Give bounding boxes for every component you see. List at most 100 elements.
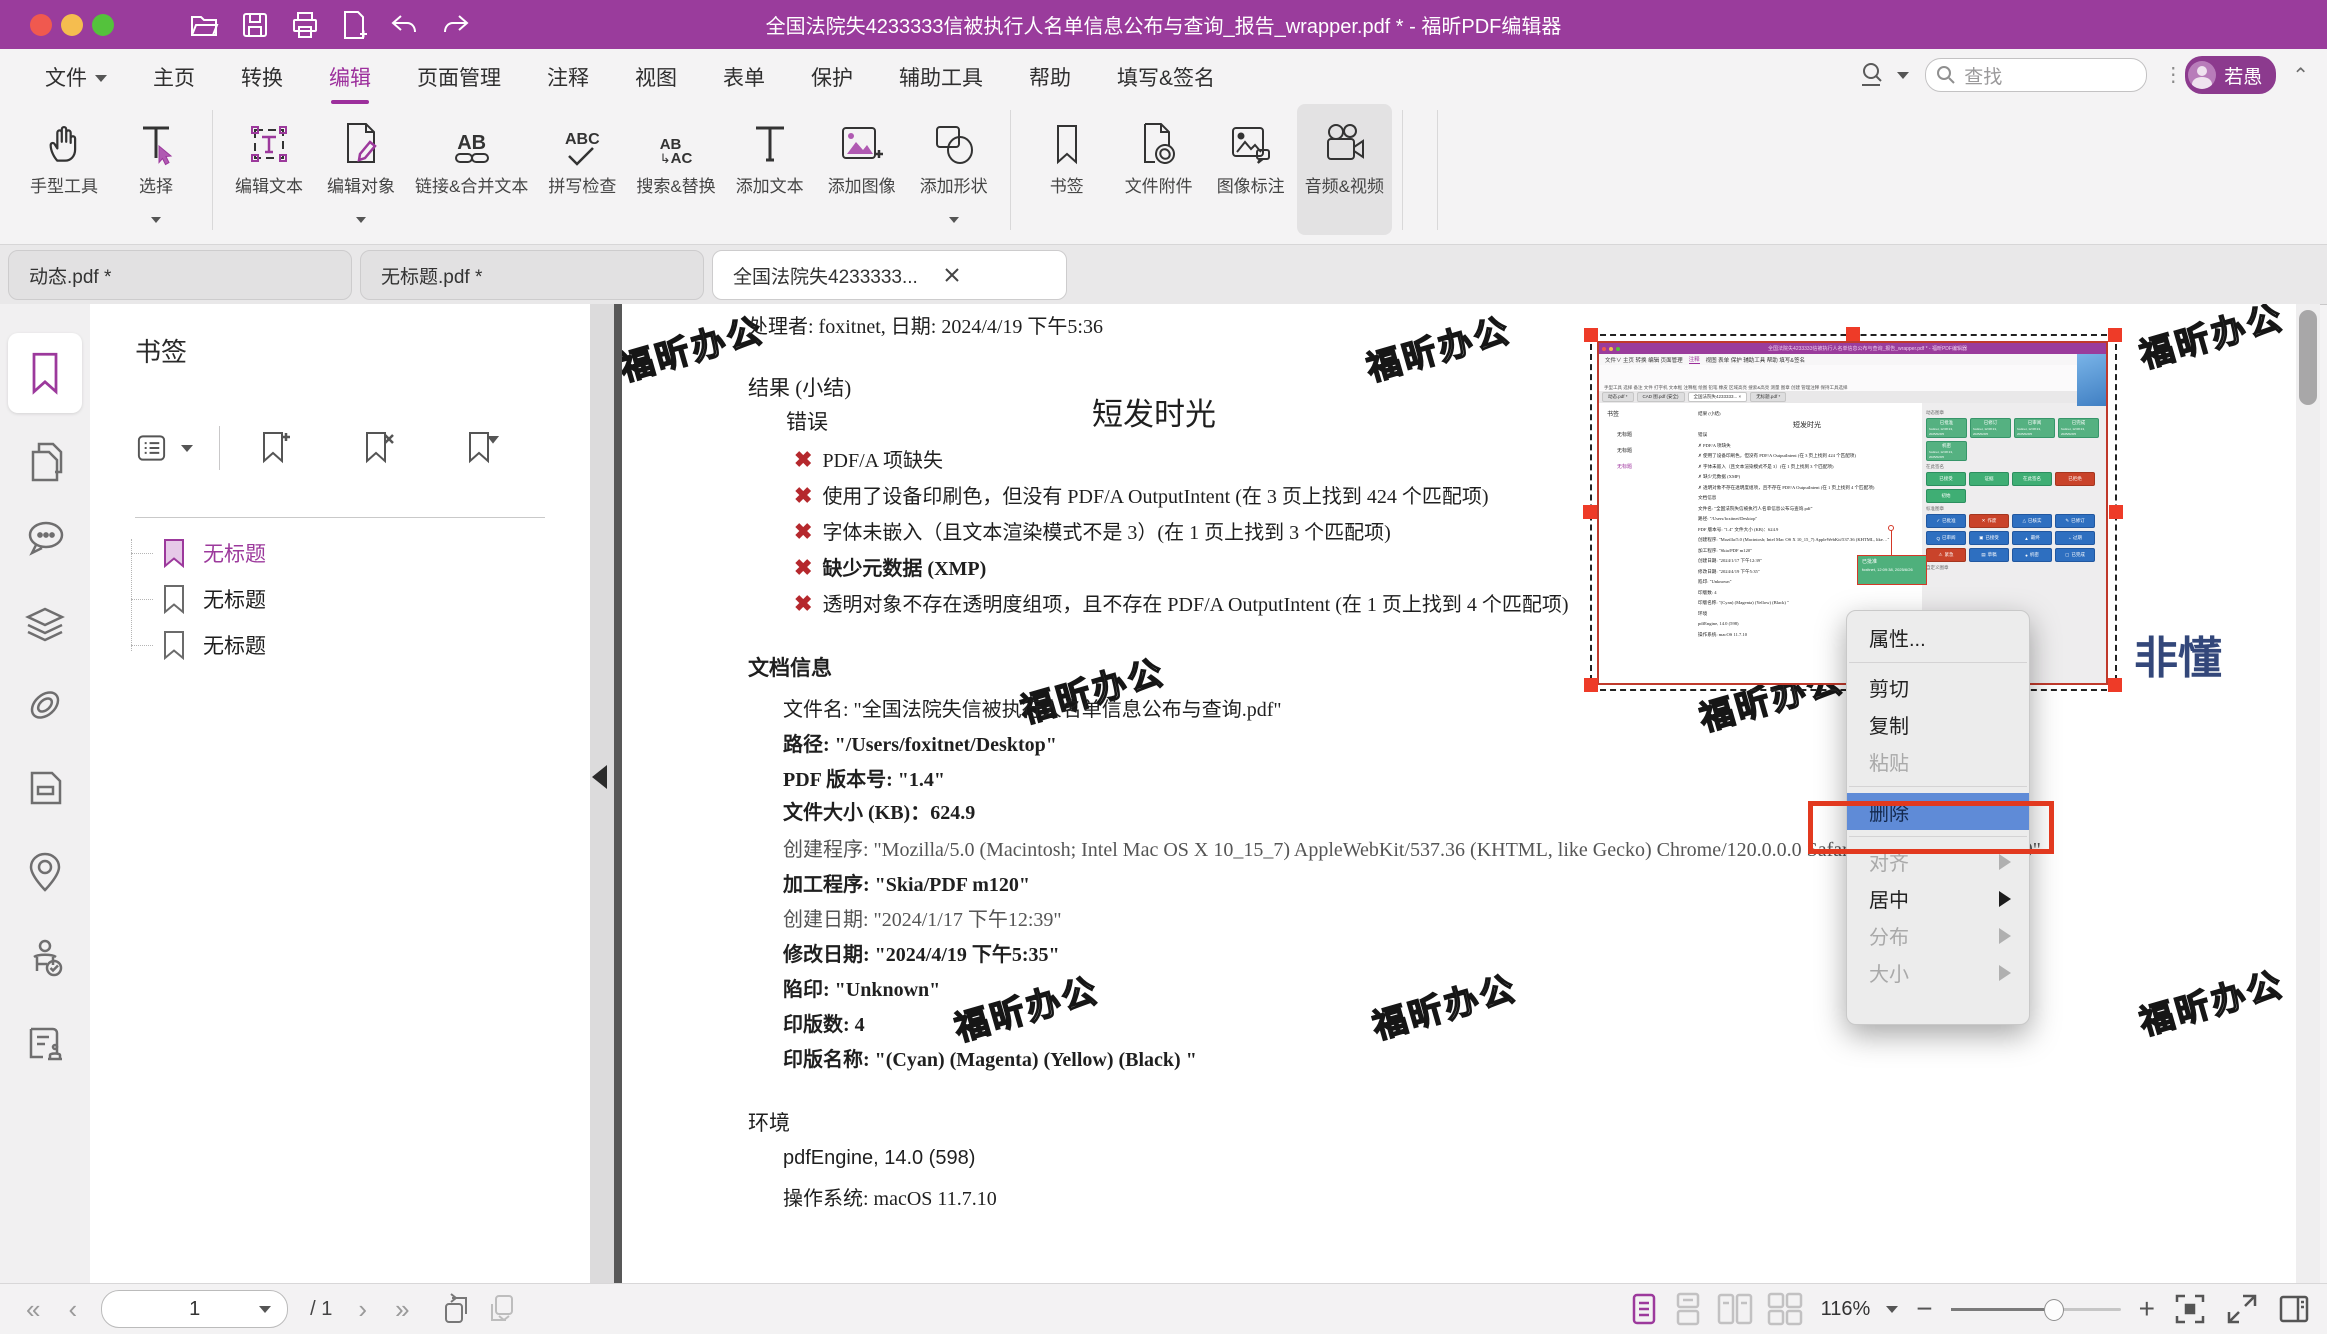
bookmarks-panel-button[interactable]: [8, 333, 82, 413]
layers-panel-button[interactable]: [0, 599, 90, 649]
menu-form[interactable]: 表单: [723, 62, 765, 92]
collapse-panel-handle[interactable]: [592, 765, 607, 789]
resize-handle-w[interactable]: [1583, 505, 1597, 519]
error-x-icon: ✖: [794, 591, 812, 616]
document-scrollbar-thumb[interactable]: [2299, 310, 2317, 405]
previous-page-icon[interactable]: ‹: [68, 1296, 77, 1322]
mini-stamp-leader-dot: [1888, 525, 1894, 531]
zoom-in-icon[interactable]: +: [2139, 1295, 2155, 1323]
menu-convert[interactable]: 转换: [241, 62, 283, 92]
tab-dongtai-pdf[interactable]: 动态.pdf *: [8, 250, 352, 300]
menu-view[interactable]: 视图: [635, 62, 677, 92]
document-scrollbar[interactable]: [2296, 304, 2320, 1283]
zoom-out-icon[interactable]: −: [1916, 1295, 1932, 1323]
resize-handle-se[interactable]: [2108, 678, 2122, 692]
stamps-panel-button[interactable]: [0, 1017, 90, 1067]
tab-current-document[interactable]: 全国法院失4233333...: [712, 250, 1067, 300]
menu-protect[interactable]: 保护: [811, 62, 853, 92]
spell-check-button[interactable]: ABC 拼写检查: [536, 104, 628, 235]
zoom-slider-knob[interactable]: [2044, 1299, 2064, 1321]
bookmark-item-2[interactable]: 无标题: [131, 583, 266, 615]
resize-handle-e[interactable]: [2109, 505, 2123, 519]
print-icon[interactable]: [291, 11, 319, 39]
delete-bookmark-button[interactable]: [349, 429, 407, 467]
next-view-icon[interactable]: [486, 1292, 520, 1326]
menu-accessibility[interactable]: 辅助工具: [899, 62, 983, 92]
zoom-window-button[interactable]: [92, 14, 114, 36]
menu-home[interactable]: 主页: [153, 62, 195, 92]
edit-text-button[interactable]: 编辑文本: [223, 104, 315, 235]
menu-comment[interactable]: 注释: [547, 62, 589, 92]
comments-panel-button[interactable]: [0, 514, 90, 564]
menu-file[interactable]: 文件: [45, 62, 107, 92]
right-panel-icon[interactable]: [2277, 1292, 2311, 1326]
expand-bookmark-button[interactable]: [452, 429, 510, 467]
resize-handle-sw[interactable]: [1584, 678, 1598, 692]
pages-panel-button[interactable]: [0, 437, 90, 487]
bookmark-button[interactable]: 书签: [1021, 104, 1113, 235]
document-tabbar: 动态.pdf * 无标题.pdf * 全国法院失4233333...: [0, 245, 2327, 305]
single-page-view-icon[interactable]: [1629, 1292, 1659, 1326]
link-merge-text-button[interactable]: AB 链接&合并文本: [407, 104, 536, 235]
add-text-button[interactable]: 添加文本: [724, 104, 816, 235]
resize-handle-nw[interactable]: [1584, 328, 1598, 342]
panel-scrollbar[interactable]: [614, 304, 622, 1283]
open-file-icon[interactable]: [189, 11, 219, 39]
panel-resizer[interactable]: [590, 304, 614, 1283]
image-annotation-button[interactable]: 图像标注: [1205, 104, 1297, 235]
redo-icon[interactable]: [441, 12, 471, 38]
two-page-continuous-view-icon[interactable]: [1767, 1292, 1803, 1326]
tab-untitled-pdf[interactable]: 无标题.pdf *: [360, 250, 704, 300]
attachments-panel-button[interactable]: [0, 680, 90, 730]
fullscreen-icon[interactable]: [2225, 1292, 2259, 1326]
last-page-icon[interactable]: »: [395, 1296, 409, 1322]
fit-page-icon[interactable]: [2173, 1292, 2207, 1326]
context-menu-center[interactable]: 居中: [1847, 880, 2029, 917]
file-attachment-button[interactable]: 文件附件: [1113, 104, 1205, 235]
menu-help[interactable]: 帮助: [1029, 62, 1071, 92]
next-page-icon[interactable]: ›: [358, 1296, 367, 1322]
add-bookmark-button[interactable]: [246, 429, 304, 467]
bookmark-menu-button[interactable]: [135, 431, 193, 465]
context-menu-properties[interactable]: 属性...: [1847, 619, 2029, 656]
collapse-ribbon-icon[interactable]: ⌃: [2292, 63, 2309, 88]
menu-edit[interactable]: 编辑: [329, 62, 371, 92]
add-image-button[interactable]: 添加图像: [816, 104, 908, 235]
search-settings-icon[interactable]: [1859, 61, 1909, 89]
menu-page-management[interactable]: 页面管理: [417, 62, 501, 92]
close-window-button[interactable]: [30, 14, 52, 36]
hand-tool-button[interactable]: 手型工具: [18, 104, 110, 235]
more-options-icon[interactable]: ⋮: [2163, 72, 2169, 79]
undo-icon[interactable]: [389, 12, 419, 38]
fields-panel-button[interactable]: [0, 763, 90, 813]
destinations-panel-button[interactable]: [0, 847, 90, 897]
search-replace-button[interactable]: AB↳AC 搜索&替换: [628, 104, 723, 235]
two-page-view-icon[interactable]: [1717, 1292, 1753, 1326]
mini-titlebar: 全国法院失4233333信被执行人名单信息公布与查询_报告_wrapper.pd…: [1599, 343, 2106, 354]
bookmark-item-3[interactable]: 无标题: [131, 629, 266, 661]
context-menu-copy[interactable]: 复制: [1847, 706, 2029, 743]
resize-handle-ne[interactable]: [2108, 328, 2122, 342]
save-icon[interactable]: [241, 11, 269, 39]
add-shape-button[interactable]: 添加形状: [908, 104, 1000, 235]
user-account-button[interactable]: 若愚: [2185, 56, 2276, 94]
menu-fill-sign[interactable]: 填写&签名: [1117, 62, 1215, 92]
audio-video-button[interactable]: 音频&视频: [1297, 104, 1392, 235]
menu-separator: [1849, 662, 2027, 663]
first-page-icon[interactable]: «: [26, 1296, 40, 1322]
new-page-icon[interactable]: [341, 10, 367, 40]
close-tab-icon[interactable]: [944, 267, 960, 283]
zoom-level-dropdown[interactable]: 116%: [1821, 1298, 1899, 1321]
page-number-input[interactable]: 1: [101, 1290, 288, 1328]
search-input[interactable]: 查找: [1925, 58, 2147, 92]
select-tool-button[interactable]: 选择: [110, 104, 202, 235]
zoom-slider[interactable]: [1951, 1308, 2121, 1311]
previous-view-icon[interactable]: [438, 1292, 472, 1326]
signatures-panel-button[interactable]: [0, 933, 90, 983]
context-menu-cut[interactable]: 剪切: [1847, 669, 2029, 706]
bookmark-item-1[interactable]: 无标题: [131, 537, 266, 569]
resize-handle-n[interactable]: [1846, 327, 1860, 341]
continuous-view-icon[interactable]: [1673, 1292, 1703, 1326]
edit-object-button[interactable]: 编辑对象: [315, 104, 407, 235]
minimize-window-button[interactable]: [61, 14, 83, 36]
